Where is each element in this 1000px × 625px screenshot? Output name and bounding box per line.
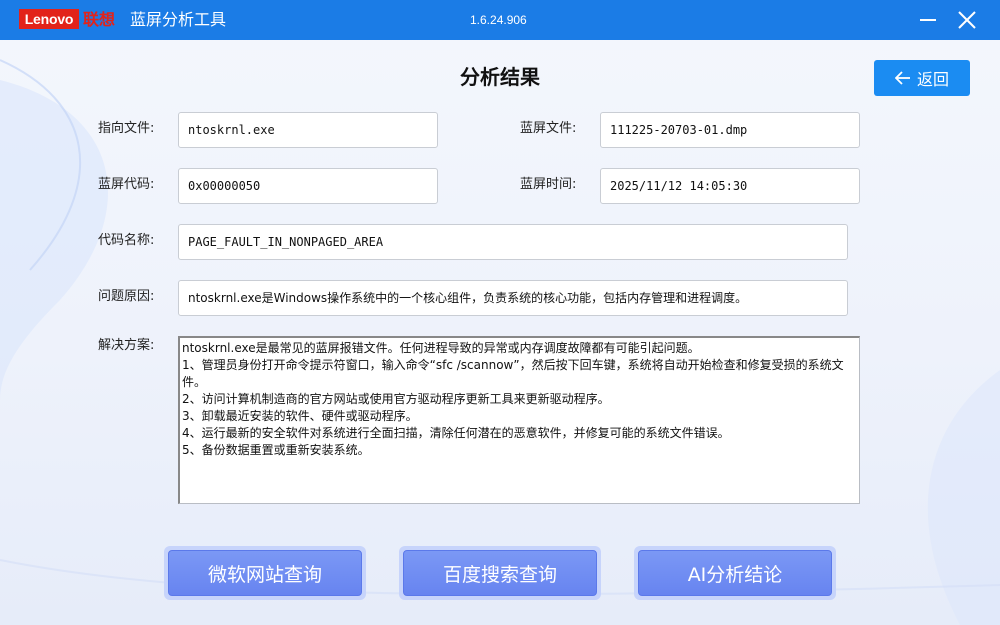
ai-analysis-label: AI分析结论 bbox=[638, 550, 832, 596]
solution-line: 2、访问计算机制造商的官方网站或使用官方驱动程序更新工具来更新驱动程序。 bbox=[182, 392, 610, 406]
code-name-label: 代码名称: bbox=[98, 233, 155, 248]
app-title: 蓝屏分析工具 bbox=[130, 10, 227, 29]
microsoft-search-button[interactable]: 微软网站查询 bbox=[164, 546, 366, 600]
solution-line: 3、卸载最近安装的软件、硬件或驱动程序。 bbox=[182, 409, 418, 423]
minimize-icon bbox=[920, 19, 936, 21]
version-label: 1.6.24.906 bbox=[470, 13, 527, 27]
cause-label: 问题原因: bbox=[98, 289, 155, 304]
minimize-button[interactable] bbox=[912, 4, 944, 36]
solution-line: 4、运行最新的安全软件对系统进行全面扫描，清除任何潜在的恶意软件，并修复可能的系… bbox=[182, 426, 730, 440]
bsod-time-field[interactable]: 2025/11/12 14:05:30 bbox=[600, 168, 860, 204]
bsod-time-label: 蓝屏时间: bbox=[520, 177, 577, 192]
code-name-field[interactable]: PAGE_FAULT_IN_NONPAGED_AREA bbox=[178, 224, 848, 260]
target-file-field[interactable]: ntoskrnl.exe bbox=[178, 112, 438, 148]
baidu-search-button[interactable]: 百度搜索查询 bbox=[399, 546, 601, 600]
bsod-code-field[interactable]: 0x00000050 bbox=[178, 168, 438, 204]
ai-analysis-button[interactable]: AI分析结论 bbox=[634, 546, 836, 600]
cause-field[interactable]: ntoskrnl.exe是Windows操作系统中的一个核心组件，负责系统的核心… bbox=[178, 280, 848, 316]
lenovo-logo-cn: 联想 bbox=[83, 10, 116, 29]
lenovo-logo: Lenovo bbox=[19, 9, 79, 29]
back-button-label: 返回 bbox=[916, 70, 949, 89]
target-file-label: 指向文件: bbox=[98, 121, 155, 136]
page-title: 分析结果 bbox=[460, 65, 540, 89]
solution-line: 5、备份数据重置或重新安装系统。 bbox=[182, 443, 370, 457]
close-icon bbox=[958, 11, 976, 29]
bsod-code-label: 蓝屏代码: bbox=[98, 177, 155, 192]
title-bar: Lenovo 联想 蓝屏分析工具 1.6.24.906 bbox=[0, 0, 1000, 40]
baidu-search-label: 百度搜索查询 bbox=[403, 550, 597, 596]
arrow-left-icon bbox=[894, 71, 910, 85]
solution-textarea[interactable]: ntoskrnl.exe是最常见的蓝屏报错文件。任何进程导致的异常或内存调度故障… bbox=[178, 336, 860, 504]
close-button[interactable] bbox=[951, 4, 983, 36]
back-button[interactable]: 返回 bbox=[874, 60, 970, 96]
dump-file-label: 蓝屏文件: bbox=[520, 121, 577, 136]
dump-file-field[interactable]: 111225-20703-01.dmp bbox=[600, 112, 860, 148]
solution-label: 解决方案: bbox=[98, 338, 155, 353]
microsoft-search-label: 微软网站查询 bbox=[168, 550, 362, 596]
solution-line: 1、管理员身份打开命令提示符窗口，输入命令“sfc /scannow”，然后按下… bbox=[182, 358, 844, 389]
solution-line: ntoskrnl.exe是最常见的蓝屏报错文件。任何进程导致的异常或内存调度故障… bbox=[182, 341, 700, 355]
